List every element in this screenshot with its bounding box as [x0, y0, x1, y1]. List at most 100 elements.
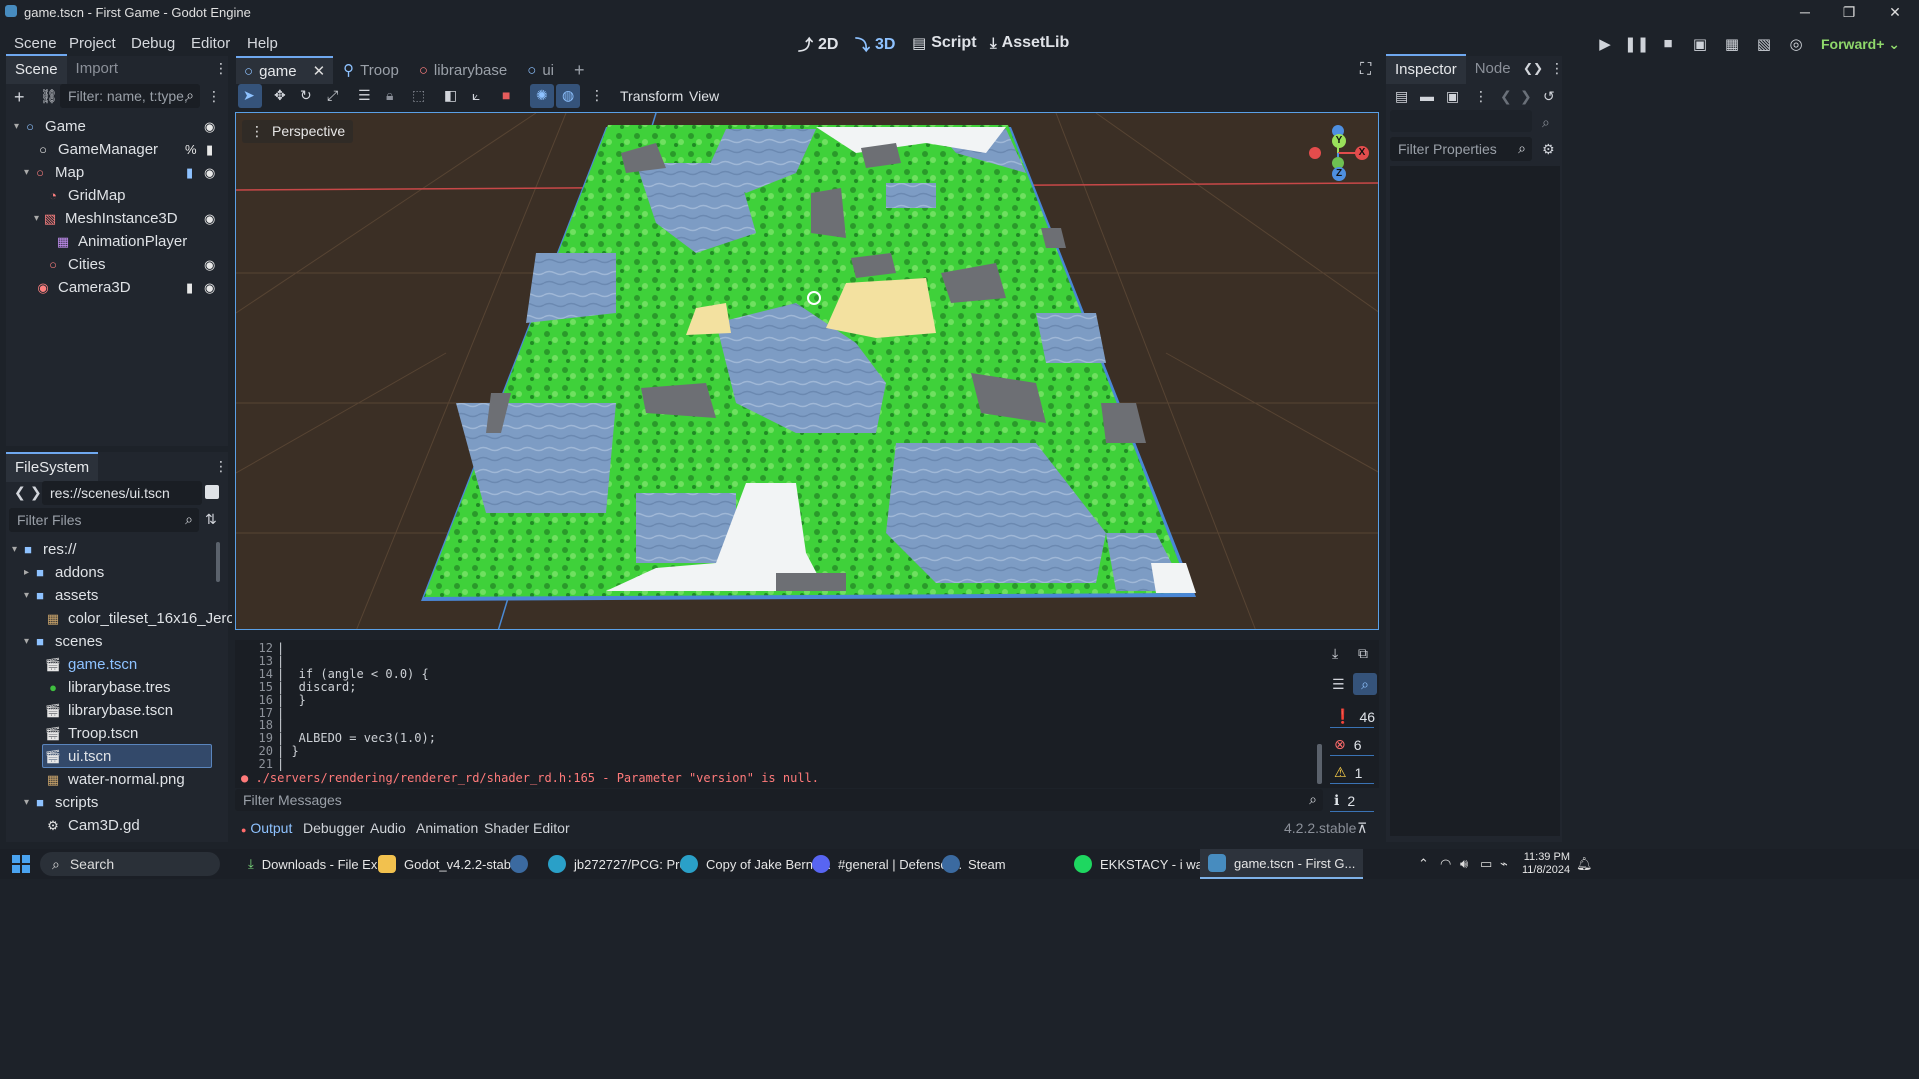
fs-item[interactable]: ⚙ Cam3D.gd: [46, 814, 140, 837]
view-menu[interactable]: View: [689, 88, 719, 104]
menu-editor[interactable]: Editor: [191, 35, 230, 52]
scene-options-icon[interactable]: ⋮: [207, 88, 221, 105]
network-icon[interactable]: ⌁: [1500, 856, 1508, 872]
fs-item[interactable]: 🎬︎ Troop.tscn: [45, 722, 139, 745]
transform-menu[interactable]: Transform: [620, 88, 683, 104]
filesystem-scrollbar[interactable]: [216, 542, 220, 582]
copy-icon[interactable]: ⧉: [1358, 645, 1368, 662]
taskbar-steam[interactable]: Steam: [942, 849, 1006, 879]
inspector-object-selector[interactable]: [1390, 110, 1532, 132]
scene-filter-input[interactable]: Filter: name, t:type, ⌕: [60, 84, 200, 108]
maximize-icon[interactable]: ❐: [1826, 0, 1872, 24]
taskbar-godot-editor[interactable]: game.tscn - First G...: [1200, 849, 1364, 879]
tab-audio[interactable]: Audio: [370, 820, 406, 836]
add-node-icon[interactable]: +: [14, 87, 25, 108]
stop-icon[interactable]: ■: [1656, 35, 1680, 57]
tab-ui[interactable]: ○ ui: [517, 62, 564, 79]
tree-node-gridmap[interactable]: ◔ GridMap: [46, 184, 125, 207]
history-back-icon[interactable]: ❮: [1500, 88, 1512, 105]
lock-icon[interactable]: 🔒︎: [386, 87, 393, 104]
new-resource-icon[interactable]: ▤: [1395, 88, 1408, 105]
tree-node-map[interactable]: ▾ ○ Map: [24, 161, 84, 184]
movie-maker-icon[interactable]: ◎: [1784, 35, 1808, 57]
gizmo-y-label[interactable]: Y: [1332, 134, 1346, 148]
unique-name-icon[interactable]: %: [185, 142, 197, 157]
rotate-tool-icon[interactable]: ↻: [300, 87, 312, 104]
tree-node-gamemanager[interactable]: ○ GameManager: [36, 138, 158, 161]
save-icon[interactable]: ▣: [1446, 88, 1459, 105]
sort-icon[interactable]: ⇅: [205, 511, 217, 528]
visibility-eye-icon[interactable]: ◉: [204, 119, 215, 135]
taskbar-downloads[interactable]: ⤓ Downloads - File Ex...: [248, 849, 388, 879]
tab-librarybase[interactable]: ○ librarybase: [409, 62, 517, 79]
taskbar-godot-folder[interactable]: Godot_v4.2.2-stabl...: [378, 849, 525, 879]
tree-node-camera3d[interactable]: ◉ Camera3D: [36, 276, 130, 299]
tab-import[interactable]: Import: [67, 54, 128, 84]
messages-count-badge[interactable]: ❗ 46: [1330, 706, 1375, 728]
fs-item[interactable]: ▦ color_tileset_16x16_Jero...: [46, 607, 247, 630]
renderer-select[interactable]: Forward+ ⌄: [1821, 36, 1900, 53]
visibility-eye-icon[interactable]: ◉: [204, 211, 215, 227]
snap-object-icon[interactable]: ◧: [444, 87, 457, 104]
visibility-eye-icon[interactable]: ◉: [204, 165, 215, 181]
taskbar-edge-pcg[interactable]: jb272727/PCG: Pro...: [548, 849, 698, 879]
tab-node[interactable]: Node: [1466, 54, 1520, 84]
filesystem-filter-input[interactable]: Filter Files ⌕: [9, 508, 199, 532]
errors-count-badge[interactable]: ⊗ 6: [1330, 734, 1374, 756]
filter-messages-input[interactable]: Filter Messages ⌕: [235, 789, 1323, 811]
script-attached-icon[interactable]: ▮: [186, 165, 193, 181]
add-tab-icon[interactable]: +: [564, 60, 595, 81]
history-forward-icon[interactable]: ❯: [1520, 88, 1532, 105]
play-icon[interactable]: ▶: [1593, 35, 1617, 57]
scale-tool-icon[interactable]: ⤢: [327, 87, 338, 104]
pause-icon[interactable]: ❚❚: [1624, 35, 1649, 57]
warnings-count-badge[interactable]: ⚠ 1: [1330, 762, 1374, 784]
menu-scene[interactable]: Scene: [14, 35, 57, 52]
object-properties-icon[interactable]: ⌕: [1542, 114, 1550, 131]
fs-item[interactable]: ▾ ■ scenes: [24, 630, 103, 653]
clear-output-icon[interactable]: ⤓: [1332, 645, 1338, 662]
3d-viewport[interactable]: Y X Z ⋮ Perspective: [235, 112, 1379, 630]
remote-debug-icon[interactable]: ▣: [1688, 35, 1712, 57]
select-tool-icon[interactable]: ➤: [243, 87, 255, 104]
collapse-icon[interactable]: ☰: [1332, 676, 1345, 693]
filter-properties-input[interactable]: Filter Properties ⌕: [1390, 137, 1532, 161]
tab-filesystem[interactable]: FileSystem: [6, 452, 99, 482]
fs-item[interactable]: ▾ ■ res://: [12, 538, 76, 561]
forward-icon[interactable]: ❯: [30, 484, 42, 501]
taskbar-search[interactable]: ⌕ Search: [40, 852, 220, 876]
link-icon[interactable]: ⛓: [40, 88, 58, 105]
dock-menu-icon[interactable]: ⋮: [1550, 60, 1564, 77]
tab-inspector[interactable]: Inspector: [1386, 54, 1466, 84]
distraction-free-icon[interactable]: ⛶: [1360, 61, 1371, 79]
info-count-badge[interactable]: ℹ2: [1330, 790, 1374, 812]
dock-menu-icon[interactable]: ⋮: [214, 60, 228, 77]
tree-node-animationplayer[interactable]: ▦ AnimationPlayer: [56, 230, 187, 253]
fs-item[interactable]: ▸ ■ addons: [24, 561, 104, 584]
tab-debugger[interactable]: Debugger: [303, 820, 365, 836]
tree-node-cities[interactable]: ○ Cities: [46, 253, 105, 276]
clock[interactable]: 11:39 PM 11/8/2024: [1522, 851, 1570, 877]
preview-camera-icon[interactable]: ■: [502, 87, 510, 103]
taskbar-edge-copy[interactable]: Copy of Jake Berna...: [680, 849, 831, 879]
fs-item[interactable]: ▾ ■ assets: [24, 584, 98, 607]
tree-node-game[interactable]: ▾ ○ Game: [14, 115, 86, 138]
tab-scene[interactable]: Scene: [6, 54, 67, 84]
taskbar-steam-icon-only[interactable]: [510, 849, 528, 879]
output-scrollbar[interactable]: [1317, 744, 1322, 784]
more-options-icon[interactable]: ⋮: [1474, 88, 1488, 105]
minimize-icon[interactable]: ─: [1782, 0, 1828, 24]
more-options-icon[interactable]: ⋮: [590, 87, 604, 104]
dock-menu-icon[interactable]: ⋮: [214, 458, 228, 475]
pin-panel-icon[interactable]: ⊼: [1357, 820, 1367, 837]
tab-game[interactable]: ○ game ✕: [236, 56, 334, 84]
gizmo-x-label[interactable]: X: [1355, 146, 1369, 160]
start-windows-icon[interactable]: [12, 855, 30, 873]
tree-node-meshinstance3d[interactable]: ▾ ▧ MeshInstance3D: [34, 207, 178, 230]
gizmo-z-label[interactable]: Z: [1332, 167, 1346, 181]
menu-project[interactable]: Project: [69, 35, 116, 52]
play-scene-icon[interactable]: ▦: [1720, 35, 1744, 57]
fs-item[interactable]: 🎬︎ ui.tscn: [45, 745, 112, 768]
fs-item[interactable]: ▾ ■ scripts: [24, 791, 98, 814]
inspector-settings-icon[interactable]: ⚙: [1542, 141, 1555, 158]
